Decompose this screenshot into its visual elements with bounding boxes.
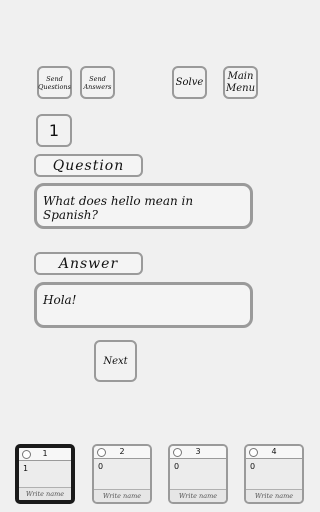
slot-name-field[interactable]: Write name [19, 487, 71, 500]
solve-button[interactable]: Solve [172, 66, 207, 99]
slot-radio[interactable] [249, 448, 258, 457]
send-answers-button[interactable]: Send Answers [80, 66, 115, 99]
next-button[interactable]: Next [94, 340, 137, 382]
solve-label: Solve [175, 77, 204, 88]
main-menu-label: Main Menu [225, 70, 256, 94]
slot-count: 0 [174, 462, 180, 471]
slot-count: 0 [250, 462, 256, 471]
question-number: 1 [36, 114, 72, 147]
question-field[interactable]: What does hello mean in Spanish? [34, 183, 253, 229]
slot-radio[interactable] [22, 450, 31, 459]
slot-3[interactable]: 3 0 Write name [168, 444, 228, 504]
answer-field[interactable]: Hola! [34, 282, 253, 328]
slot-radio[interactable] [97, 448, 106, 457]
answer-text: Hola! [43, 293, 77, 307]
slot-name-field[interactable]: Write name [170, 489, 226, 502]
slot-name-field[interactable]: Write name [246, 489, 302, 502]
send-questions-label: Send Questions [38, 74, 71, 91]
slot-4[interactable]: 4 0 Write name [244, 444, 304, 504]
send-questions-button[interactable]: Send Questions [37, 66, 72, 99]
question-label: Question [34, 154, 143, 177]
next-label: Next [103, 355, 128, 367]
slot-name-field[interactable]: Write name [94, 489, 150, 502]
slot-count: 1 [23, 464, 29, 473]
main-menu-button[interactable]: Main Menu [223, 66, 258, 99]
answer-label: Answer [34, 252, 143, 275]
send-answers-label: Send Answers [83, 74, 112, 91]
slot-radio[interactable] [173, 448, 182, 457]
slot-count: 0 [98, 462, 104, 471]
question-text: What does hello mean in Spanish? [43, 194, 194, 222]
slot-2[interactable]: 2 0 Write name [92, 444, 152, 504]
slot-1[interactable]: 1 1 Write name [15, 444, 75, 504]
